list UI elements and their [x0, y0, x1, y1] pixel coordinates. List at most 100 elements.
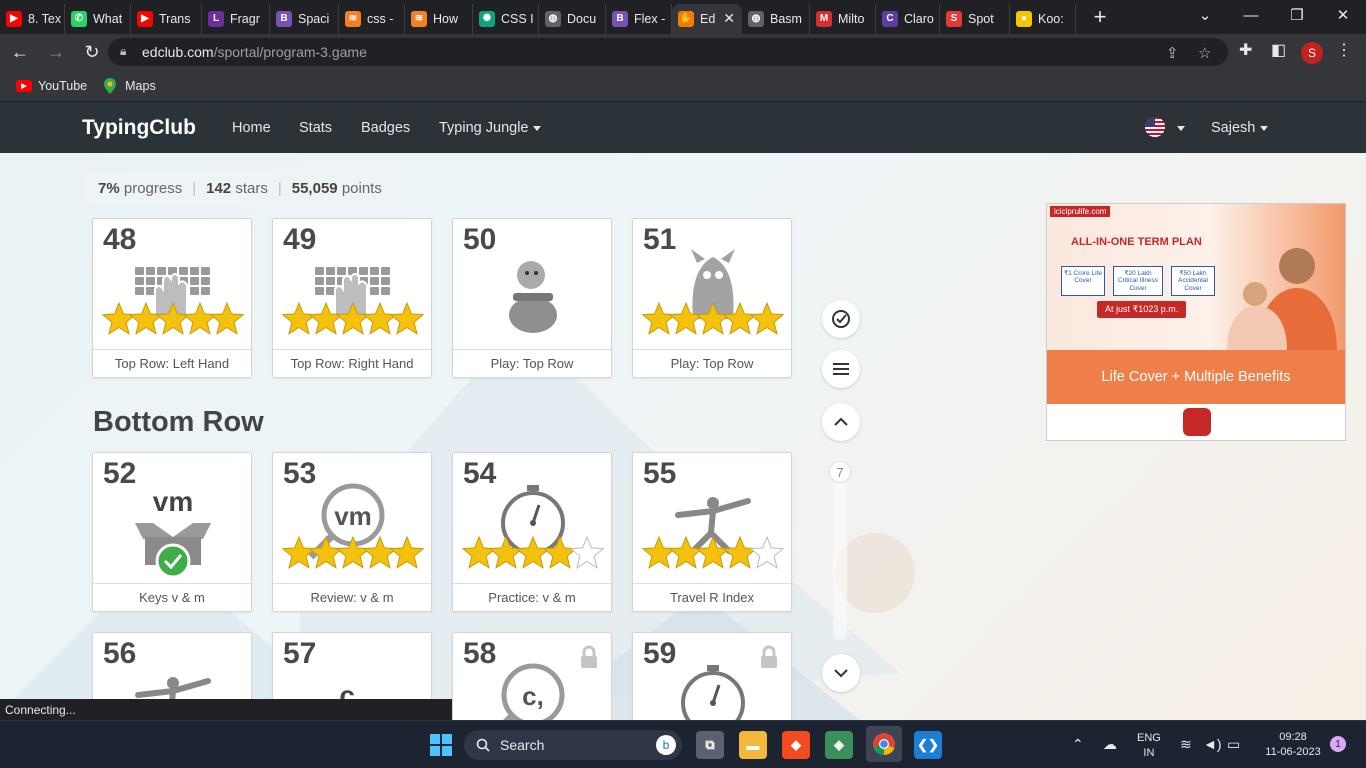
lesson-card[interactable]: 49 Top Row: Right Hand: [272, 218, 432, 378]
browser-tab[interactable]: S Spot: [940, 3, 1010, 34]
check-circle-icon[interactable]: [822, 300, 860, 338]
nav-typing-jungle[interactable]: Typing Jungle: [439, 120, 542, 136]
points-label: points: [341, 179, 382, 197]
browser-tab[interactable]: L Fragr: [202, 3, 270, 34]
lesson-card[interactable]: 54 Practice: v & m: [452, 452, 612, 612]
scroll-down-chevron-icon[interactable]: [822, 654, 860, 692]
chatgpt-icon: ✺: [479, 10, 495, 27]
profile-avatar[interactable]: S: [1301, 42, 1323, 64]
browser-menu-icon[interactable]: ⋮: [1336, 40, 1352, 60]
advertisement[interactable]: iciciprulife.com ALL-IN-ONE TERM PLAN ₹1…: [1046, 203, 1346, 441]
lesson-card[interactable]: 50 Play: Top Row: [452, 218, 612, 378]
lock-icon[interactable]: 🔒︎: [120, 44, 126, 59]
lesson-card[interactable]: 59: [632, 632, 792, 720]
battery-icon[interactable]: ▭: [1227, 735, 1240, 754]
onedrive-cloud-icon[interactable]: ☁: [1103, 735, 1117, 754]
browser-tab[interactable]: ✋ Ed ✕: [672, 3, 742, 34]
bookmark-star-icon[interactable]: ☆: [1198, 44, 1211, 62]
lesson-card[interactable]: 48 Top Row: Left Hand: [92, 218, 252, 378]
file-explorer-icon[interactable]: ▬: [739, 731, 767, 759]
browser-tab[interactable]: ✺ CSS I: [473, 3, 539, 34]
back-arrow-icon[interactable]: ←: [4, 36, 36, 68]
ad-cta-button[interactable]: Life Cover + Multiple Benefits: [1047, 350, 1345, 404]
browser-tab[interactable]: ▶ Trans: [131, 3, 202, 34]
bookmark-youtube[interactable]: ▶ YouTube: [16, 79, 87, 93]
bookmark-maps[interactable]: Maps: [103, 77, 156, 94]
lock-icon: [761, 645, 777, 668]
user-menu[interactable]: Sajesh: [1211, 120, 1269, 136]
browser-tab[interactable]: B Spaci: [270, 3, 339, 34]
lesson-card[interactable]: 51 Play: Top Row: [632, 218, 792, 378]
browser-tab[interactable]: ≋ css -: [339, 3, 405, 34]
language-indicator[interactable]: ENG IN: [1137, 731, 1161, 761]
browser-tab[interactable]: ▶ 8. Tex: [0, 3, 65, 34]
lesson-card[interactable]: 55 Travel R Index: [632, 452, 792, 612]
url-path: /sportal/program-3.game: [213, 44, 367, 60]
browser-tab[interactable]: ◍ Docu: [539, 3, 606, 34]
tab-title: Basm: [770, 11, 802, 26]
extensions-puzzle-icon[interactable]: ✚: [1239, 40, 1252, 60]
progress-percent-label: progress: [123, 179, 183, 197]
browser-tab[interactable]: ≋ How: [405, 3, 473, 34]
lesson-label: Travel R Index: [633, 583, 791, 611]
share-icon[interactable]: ⇪: [1166, 44, 1179, 62]
menu-list-icon[interactable]: [822, 350, 860, 388]
vscode-icon[interactable]: ❮❯: [914, 731, 942, 759]
chevron-down-icon[interactable]: [1177, 126, 1185, 131]
bing-icon[interactable]: b: [656, 735, 676, 755]
close-tab-icon[interactable]: ✕: [723, 10, 735, 27]
svg-text:vm: vm: [153, 486, 193, 517]
nav-home[interactable]: Home: [232, 120, 271, 136]
tab-search-chevron-icon[interactable]: ⌄: [1182, 0, 1228, 30]
lesson-card[interactable]: vm 52 Keys v & m: [92, 452, 252, 612]
volume-icon[interactable]: ◄): [1203, 735, 1222, 754]
us-flag-icon[interactable]: [1145, 117, 1165, 137]
forward-arrow-icon[interactable]: →: [40, 36, 72, 68]
typingclub-logo[interactable]: TypingClub: [82, 116, 196, 140]
side-panel-icon[interactable]: ◧: [1271, 40, 1286, 60]
browser-tab[interactable]: C Claro: [876, 3, 940, 34]
browser-tab[interactable]: M Milto: [810, 3, 876, 34]
tab-title: 8. Tex: [28, 11, 62, 26]
wifi-icon[interactable]: ≋: [1180, 735, 1192, 754]
browser-tab[interactable]: B Flex -: [606, 3, 672, 34]
git-app-icon[interactable]: ◈: [825, 731, 853, 759]
ad-headline: ALL-IN-ONE TERM PLAN: [1071, 236, 1202, 248]
bookmark-label: YouTube: [38, 78, 88, 93]
browser-tab[interactable]: ◍ Basm: [742, 3, 810, 34]
tray-chevron-up-icon[interactable]: ⌃: [1072, 735, 1084, 754]
clock[interactable]: 09:28 11-06-2023: [1258, 730, 1328, 760]
lesson-scroll-track[interactable]: [833, 460, 847, 640]
lesson-number: 54: [463, 457, 497, 490]
chrome-icon[interactable]: [866, 726, 902, 762]
maximize-button[interactable]: ❐: [1274, 0, 1320, 30]
lesson-number: 52: [103, 457, 137, 490]
lesson-card[interactable]: c, 58: [452, 632, 612, 720]
status-bar: Connecting...: [0, 699, 452, 720]
lesson-number: 53: [283, 457, 317, 490]
bootstrap-icon: B: [276, 10, 292, 27]
address-bar[interactable]: 🔒︎ edclub.com/sportal/program-3.game ⇪ ☆: [108, 38, 1228, 66]
scroll-up-chevron-icon[interactable]: [822, 403, 860, 441]
reload-icon[interactable]: ↻: [76, 36, 108, 68]
windows-start-icon[interactable]: [427, 731, 455, 759]
lesson-card[interactable]: vm 53 Review: v & m: [272, 452, 432, 612]
brave-browser-icon[interactable]: ◆: [782, 731, 810, 759]
chevron-down-icon: [533, 125, 542, 131]
lesson-number: 59: [643, 637, 677, 670]
browser-tab[interactable]: ✆ What: [65, 3, 131, 34]
nav-badges[interactable]: Badges: [361, 120, 410, 136]
close-window-button[interactable]: ✕: [1320, 0, 1366, 30]
typingclub-page: TypingClub Home Stats Badges Typing Jung…: [0, 102, 1366, 720]
task-view-icon[interactable]: ⧉: [696, 731, 724, 759]
minimize-button[interactable]: —: [1228, 0, 1274, 30]
lesson-label: Top Row: Left Hand: [93, 349, 251, 377]
nav-stats[interactable]: Stats: [299, 120, 332, 136]
new-tab-button[interactable]: +: [1088, 4, 1112, 30]
taskbar-search-box[interactable]: Search b: [464, 730, 682, 760]
browser-tab[interactable]: ● Koo:: [1010, 3, 1076, 34]
lesson-number: 48: [103, 223, 137, 256]
windows-taskbar: Search b ⧉ ▬ ◆ ◈ ❮❯ ⌃ ☁ ENG IN ≋ ◄) ▭ 09…: [0, 720, 1366, 768]
youtube-icon: ▶: [16, 79, 32, 92]
notification-badge[interactable]: 1: [1330, 736, 1346, 752]
